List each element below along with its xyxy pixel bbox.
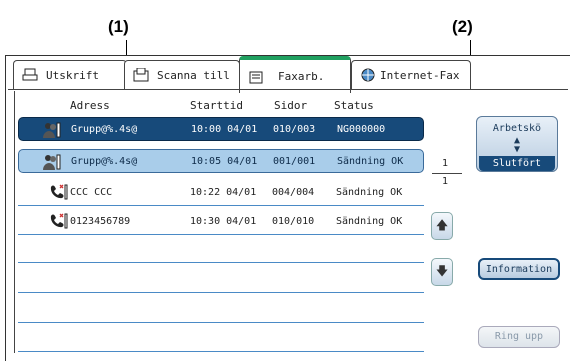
job-status: Sändning OK: [336, 186, 403, 198]
job-pages: 010/010: [272, 215, 315, 227]
queue-top-label: Arbetskö: [492, 123, 542, 134]
row-separator: [18, 262, 424, 263]
job-address: Grupp@%.4s@: [71, 123, 138, 135]
page-current: 1: [442, 158, 449, 169]
ring-upp-button[interactable]: Ring upp: [478, 326, 560, 348]
group-icon: [43, 122, 61, 138]
page-divider: [432, 173, 462, 174]
job-status: Sändning OK: [337, 155, 404, 167]
column-header-pages: Sidor: [274, 99, 308, 112]
row-separator: [18, 351, 424, 352]
row-separator: [18, 205, 424, 206]
row-separator: [18, 322, 424, 323]
information-button[interactable]: Information: [478, 258, 560, 280]
up-down-icon: ▲ ▼: [513, 135, 521, 155]
job-row[interactable]: CCC CCC 10:22 04/01 004/004 Sändning OK: [18, 180, 424, 204]
job-start: 10:30 04/01: [190, 215, 257, 227]
job-address: CCC CCC: [70, 186, 113, 198]
arrow-down-icon: 🡇: [435, 263, 449, 278]
tab-faxarb-label: Faxarb.: [278, 70, 325, 83]
tab-internet-fax-label: Internet-Fax: [380, 68, 460, 82]
fax-icon: [249, 71, 263, 83]
callout-1: (1): [108, 17, 129, 36]
row-separator: [18, 234, 424, 235]
page-total: 1: [442, 176, 449, 187]
phone-icon: [50, 184, 68, 200]
group-icon: [43, 154, 61, 170]
column-header-start: Starttid: [190, 99, 243, 112]
job-pages: 004/004: [272, 186, 315, 198]
scroll-down-button[interactable]: 🡇: [431, 258, 453, 286]
tab-utskrift[interactable]: Utskrift: [13, 60, 127, 89]
tab-faxarb[interactable]: Faxarb.: [239, 56, 351, 93]
information-label: Information: [485, 264, 553, 275]
job-row[interactable]: 0123456789 10:30 04/01 010/010 Sändning …: [18, 209, 424, 233]
job-pages: 001/001: [273, 155, 316, 167]
job-row[interactable]: Grupp@%.4s@ 10:00 04/01 010/003 NG000000: [18, 117, 424, 141]
tab-underline: [8, 89, 568, 90]
job-pages: 010/003: [273, 123, 316, 135]
phone-icon: [50, 213, 68, 229]
scanner-icon: [133, 68, 149, 82]
job-address: Grupp@%.4s@: [71, 155, 138, 167]
column-header-status: Status: [334, 99, 374, 112]
globe-icon: [361, 68, 375, 82]
job-status: Sändning OK: [336, 215, 403, 227]
ring-upp-label: Ring upp: [494, 331, 544, 342]
tab-scanna-till[interactable]: Scanna till: [124, 60, 240, 89]
job-start: 10:00 04/01: [191, 123, 258, 135]
job-row[interactable]: Grupp@%.4s@ 10:05 04/01 001/001 Sändning…: [18, 149, 424, 173]
job-address: 0123456789: [70, 215, 131, 227]
scroll-up-button[interactable]: 🡅: [431, 212, 453, 240]
job-queue-toggle-button[interactable]: Arbetskö ▲ ▼ Slutfört: [476, 116, 558, 172]
job-start: 10:05 04/01: [191, 155, 258, 167]
printer-icon: [22, 68, 38, 81]
tab-utskrift-label: Utskrift: [46, 68, 99, 82]
tab-scanna-till-label: Scanna till: [157, 68, 230, 82]
job-start: 10:22 04/01: [190, 186, 257, 198]
job-status: NG000000: [337, 123, 386, 135]
column-header-address: Adress: [70, 99, 110, 112]
row-separator: [18, 292, 424, 293]
arrow-up-icon: 🡅: [435, 217, 449, 232]
tab-internet-fax[interactable]: Internet-Fax: [351, 60, 471, 89]
callout-2: (2): [452, 17, 473, 36]
queue-bottom-label: Slutfört: [479, 156, 555, 171]
